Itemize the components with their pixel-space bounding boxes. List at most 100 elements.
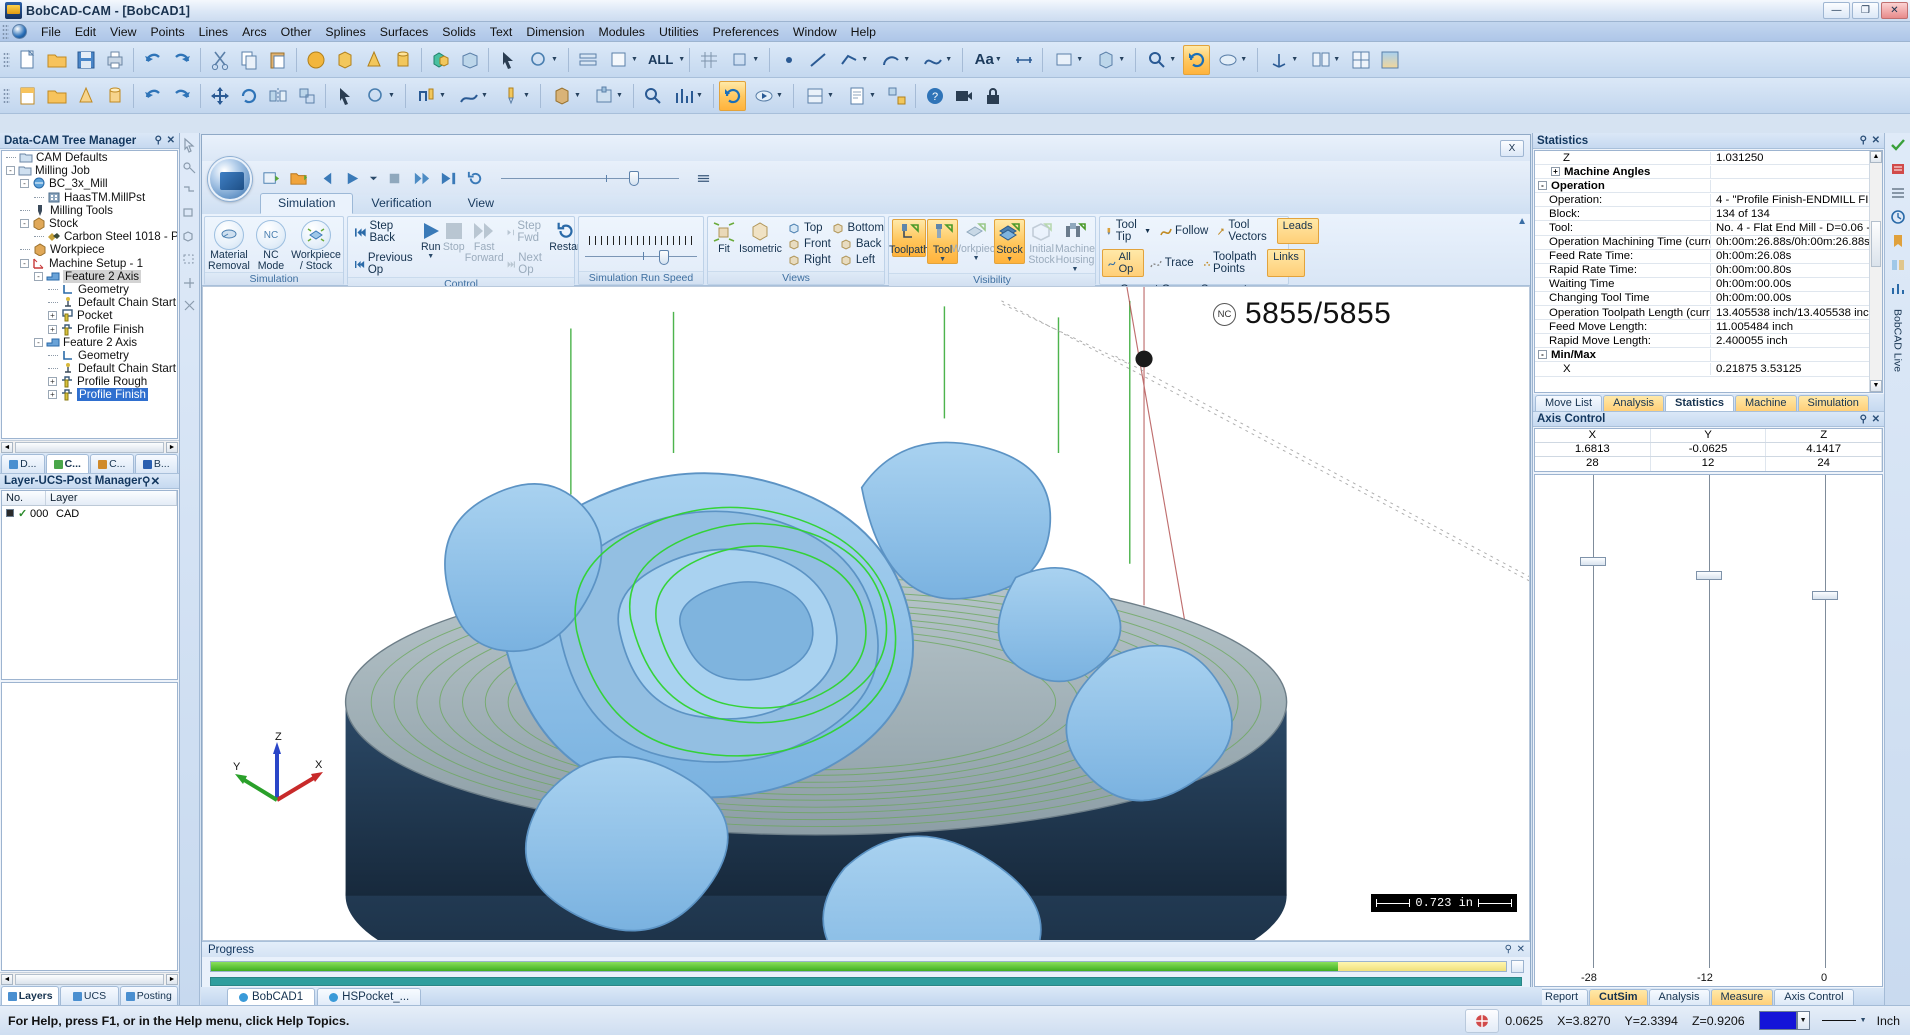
layer-tab-2[interactable]: Posting [119,986,178,1005]
fast-forward-icon[interactable] [410,167,432,189]
visibility-machine-housing-button[interactable]: Machine Housing ▼ [1055,219,1095,273]
copy-icon[interactable] [235,45,262,75]
run-button[interactable]: Run ▼ [419,219,443,260]
layer-list-icon[interactable] [574,45,601,75]
ribbon-tab-verification[interactable]: Verification [353,193,449,214]
document-tab-1[interactable]: HSPocket_... [317,988,422,1005]
cone-primitive-icon[interactable] [360,45,387,75]
pick-solid-icon[interactable] [182,229,198,245]
tree-node-geometry[interactable]: Geometry [2,349,177,362]
gradient-bg-icon[interactable] [1376,45,1403,75]
post-process-button[interactable] [719,80,746,111]
tool-tip-button[interactable]: Tool Tip ▼ [1102,218,1154,244]
view-left-button[interactable]: Left [836,252,878,267]
stats-row[interactable]: Rapid Move Length: 2.400055 inch [1535,334,1869,349]
visibility-toolpath-button[interactable]: Toolpath [889,219,929,257]
axis-track-z[interactable] [1825,475,1826,968]
layer-grid[interactable]: No. Layer ✓ 000 CAD [1,490,178,680]
tree-panel-close-icon[interactable]: ✕ [167,135,175,146]
visibility-initial-stock-button[interactable]: Initial Stock [1026,219,1057,266]
menu-item-text[interactable]: Text [483,25,520,39]
stats-tab-analysis[interactable]: Analysis [1603,395,1665,411]
ucs-dropdown[interactable]: ▼ [1263,45,1303,75]
redo2-icon[interactable] [168,81,195,111]
view-split-dropdown[interactable]: ▼ [1305,45,1345,75]
simulation-close-button[interactable]: X [1500,139,1524,157]
translate-icon[interactable] [206,81,233,111]
toolcrib-dropdown[interactable]: ▼ [799,81,839,111]
open-nc-folder-icon[interactable] [287,167,309,189]
axis-handle-x[interactable] [1580,557,1606,566]
workpiece-stock-button[interactable]: Workpiece / Stock [291,219,341,272]
tree-node-geometry[interactable]: Geometry [2,283,177,296]
layer-row[interactable]: ✓ 000 CAD [2,506,177,521]
menu-grip-icon[interactable] [2,23,9,40]
skip-end-icon[interactable] [437,167,459,189]
stats-tab-statistics[interactable]: Statistics [1665,395,1734,411]
color-dropdown-caret-icon[interactable]: ▼ [1796,1011,1810,1030]
tree-expander[interactable]: + [48,377,57,387]
step-back-button[interactable]: Step Back [352,219,419,245]
layer-pin-icon[interactable]: ⚲ [142,474,150,488]
open-cam-icon[interactable] [43,81,70,111]
stats-row[interactable]: Block: 134 of 134 [1535,207,1869,222]
axis-track-y[interactable] [1709,475,1710,968]
ribbon-tab-view[interactable]: View [450,193,512,214]
previous-op-button[interactable]: Previous Op [352,251,419,277]
new-cam-job-icon[interactable] [14,81,41,111]
maximize-button[interactable]: ❐ [1852,2,1879,19]
tree-expander[interactable]: - [20,179,29,189]
entity-filter-dropdown[interactable]: ▼ [360,81,400,111]
simulation-viewport[interactable]: NC 5855/5855 Z X Y 0.723 in [202,286,1530,941]
application-orb-button[interactable] [208,157,252,201]
stats-scroll-up-icon[interactable]: ▲ [1870,151,1882,163]
speed-slider-thumb[interactable] [659,249,669,265]
tree-node-workpiece[interactable]: Workpiece [2,243,177,257]
stats-row[interactable]: Z 1.031250 [1535,151,1869,166]
progress-marker-button[interactable] [1511,960,1524,973]
save-icon[interactable] [72,45,99,75]
axis-tab-measure[interactable]: Measure [1710,989,1774,1005]
undo2-icon[interactable] [139,81,166,111]
next-op-button[interactable]: Next Op [504,251,550,277]
tree-expander[interactable]: - [34,337,43,347]
stats-row[interactable]: Operation: 4 - "Profile Finish-ENDMILL FI… [1535,193,1869,208]
visibility-caret-icon[interactable]: ▼ [1006,256,1013,263]
line-dropdown[interactable]: ▼ [833,45,873,75]
tree-node-pocket[interactable]: + Pocket [2,309,177,322]
statistics-grid[interactable]: Z 1.031250 + Machine Angles - Operation Operat… [1534,150,1883,393]
ribbon-collapse-icon[interactable]: ▲ [1517,216,1527,227]
tree-node-default-chain-start-p[interactable]: Default Chain Start P... [2,296,177,309]
shell-icon[interactable] [456,45,483,75]
view-orient-dropdown[interactable]: ▼ [1048,45,1088,75]
visibility-workpiece-button[interactable]: Workpiece ▼ [951,219,1001,262]
cut-icon[interactable] [206,45,233,75]
menu-item-window[interactable]: Window [786,25,844,39]
stats-tab-machine[interactable]: Machine [1734,395,1797,411]
cone-cam-icon[interactable] [72,81,99,111]
axis-handle-z[interactable] [1812,591,1838,600]
paste-icon[interactable] [264,45,291,75]
stop-button[interactable]: Stop [443,219,465,253]
stats-expander[interactable]: + [1551,167,1560,177]
stats-scroll-down-icon[interactable]: ▼ [1870,380,1882,392]
rotate-icon[interactable] [235,81,262,111]
video-help-icon[interactable] [950,81,977,111]
stock-setup-dropdown[interactable]: ▼ [546,81,586,111]
drill-dropdown[interactable]: ▼ [495,81,535,111]
stats-scroll-thumb[interactable] [1871,221,1881,267]
minimize-button[interactable]: — [1823,2,1850,19]
stats-bars-icon[interactable] [1890,281,1906,297]
point-icon[interactable] [775,45,802,75]
list-red-icon[interactable] [1890,161,1906,177]
pick-point-icon[interactable] [182,160,198,176]
statistics-close-icon[interactable]: ✕ [1872,135,1880,146]
layer-hscrollbar[interactable]: ◄ ► [0,972,179,985]
visibility-caret-icon[interactable]: ▼ [1072,266,1079,273]
analyze-dropdown[interactable]: ▼ [668,81,708,111]
pick-surface-icon[interactable] [182,206,198,222]
tree-hscrollbar[interactable]: ◄ ► [0,440,179,453]
menu-item-file[interactable]: File [34,25,68,39]
speed-slider[interactable] [585,249,697,265]
tree-node-feature-2-axis[interactable]: - Feature 2 Axis [2,269,177,283]
